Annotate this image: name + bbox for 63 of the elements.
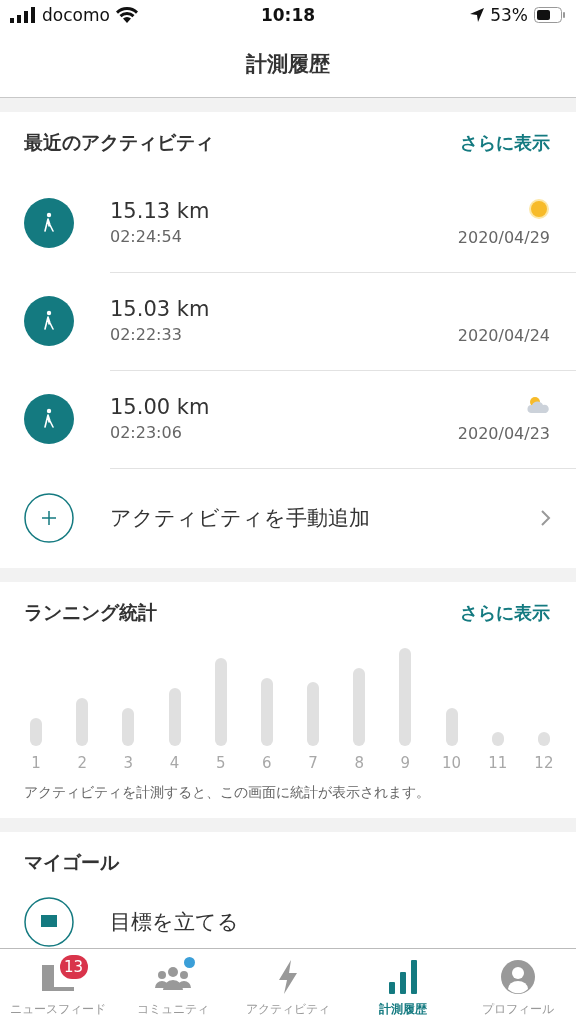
axis-label: 5: [215, 754, 226, 772]
show-more-link[interactable]: さらに表示: [460, 131, 550, 155]
activity-duration: 02:22:33: [110, 325, 182, 344]
axis-label: 10: [442, 754, 462, 772]
avatar-icon: [500, 959, 537, 995]
page-title: 計測履歴: [246, 50, 330, 78]
sun-icon: [528, 198, 550, 220]
cloud-sun-icon: [526, 396, 550, 414]
location-icon: [470, 8, 485, 22]
notification-badge: 13: [59, 955, 88, 979]
placeholder-bar: [122, 708, 135, 746]
bar-chart-icon: [389, 960, 418, 994]
activity-distance: 15.13 km: [110, 199, 210, 223]
activity-duration: 02:24:54: [110, 227, 182, 246]
axis-label: 4: [169, 754, 180, 772]
placeholder-bar: [307, 682, 320, 746]
section-title: 最近のアクティビティ: [24, 130, 214, 155]
axis-label: 3: [123, 754, 134, 772]
placeholder-bar: [30, 718, 42, 746]
plus-icon: [24, 493, 74, 543]
tab-bar-item[interactable]: プロフィール: [460, 949, 576, 1024]
axis-label: 2: [77, 754, 87, 772]
placeholder-bar: [76, 698, 89, 746]
set-goal-label[interactable]: 目標を立てる: [110, 908, 576, 936]
axis-label: 11: [488, 754, 508, 772]
axis-label: 6: [262, 754, 272, 772]
tab-bar-item[interactable]: 計測履歴: [345, 949, 461, 1024]
battery-percent: 53%: [490, 5, 528, 25]
activity-date: 2020/04/23: [457, 424, 550, 443]
battery-icon: [534, 7, 566, 23]
walking-icon: [24, 394, 74, 444]
activity-distance: 15.00 km: [110, 395, 210, 419]
tab-bar-item[interactable]: アクティビティ: [230, 949, 346, 1024]
walking-icon: [24, 296, 74, 346]
tab-bar-item[interactable]: 13 ニュースフィード: [0, 949, 116, 1024]
placeholder-bar: [260, 678, 273, 746]
activity-date: 2020/04/29: [457, 228, 550, 247]
placeholder-bar: [491, 732, 504, 746]
placeholder-bar: [168, 688, 181, 746]
chevron-right-icon: [540, 509, 552, 527]
placeholder-bar: [537, 732, 550, 746]
stats-hint: アクティビティを計測すると、この画面に統計が表示されます。: [24, 783, 431, 802]
activity-distance: 15.03 km: [110, 297, 210, 321]
people-icon: [153, 964, 192, 990]
axis-label: 8: [354, 754, 364, 772]
tab-bar-item[interactable]: コミュニティ: [115, 949, 231, 1024]
axis-label: 7: [308, 754, 318, 772]
carrier-name: docomo: [42, 5, 110, 25]
show-more-link[interactable]: さらに表示: [460, 601, 550, 625]
walking-icon: [24, 198, 74, 248]
axis-label: 1: [31, 754, 41, 772]
placeholder-bar: [445, 708, 458, 746]
activity-date: 2020/04/24: [457, 326, 550, 345]
lightning-icon: [277, 960, 299, 994]
section-title: マイゴール: [24, 850, 119, 875]
add-activity-row[interactable]: アクティビティを手動追加: [24, 468, 576, 568]
activity-duration: 02:23:06: [110, 423, 182, 442]
clock-time: 10:18: [260, 5, 316, 25]
axis-label: 12: [534, 754, 554, 772]
axis-label: 9: [400, 754, 411, 772]
signal-icon: [10, 7, 36, 23]
wifi-icon: [115, 7, 138, 23]
section-title: ランニング統計: [24, 600, 157, 625]
